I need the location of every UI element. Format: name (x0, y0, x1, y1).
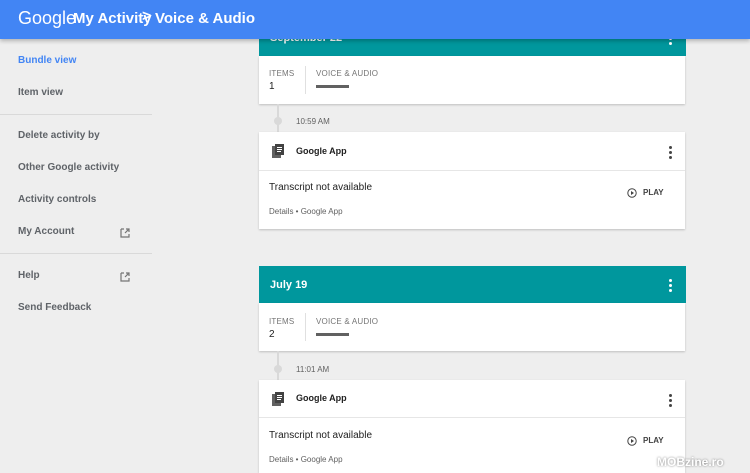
product-label: VOICE & AUDIO (316, 69, 379, 78)
more-options-icon[interactable] (669, 279, 672, 294)
breadcrumb-separator: > (142, 8, 152, 25)
sidebar-item-delete-activity[interactable]: Delete activity by (18, 130, 100, 141)
sidebar-item-send-feedback[interactable]: Send Feedback (18, 302, 91, 313)
timeline-dot (274, 117, 282, 125)
app-header: Google My Activity > Voice & Audio (0, 0, 750, 39)
details-link[interactable]: Details • Google App (269, 207, 343, 216)
activity-bar (316, 85, 349, 88)
external-link-icon (120, 228, 130, 238)
breadcrumb-current: Voice & Audio (155, 10, 256, 27)
activity-card[interactable]: Google App Transcript not available PLAY… (259, 380, 685, 473)
sidebar-item-bundle-view[interactable]: Bundle view (18, 55, 76, 66)
transcript-text: Transcript not available (269, 430, 373, 441)
day-summary: ITEMS 2 VOICE & AUDIO (259, 303, 685, 351)
external-link-icon (120, 272, 130, 282)
document-icon (272, 144, 284, 158)
sidebar-divider (0, 253, 152, 254)
day-summary: ITEMS 1 VOICE & AUDIO (259, 56, 685, 104)
sidebar-item-activity-controls[interactable]: Activity controls (18, 194, 96, 205)
document-icon (272, 392, 284, 406)
app-name[interactable]: Google App (296, 393, 347, 403)
play-icon[interactable] (627, 188, 637, 198)
play-icon[interactable] (627, 436, 637, 446)
card-divider (259, 417, 685, 418)
sidebar: Bundle view Item view Delete activity by… (0, 39, 152, 473)
product-label: VOICE & AUDIO (316, 317, 379, 326)
sidebar-divider (0, 114, 152, 115)
sidebar-item-help[interactable]: Help (18, 270, 40, 281)
watermark: MOBzine.ro (657, 455, 724, 469)
play-button[interactable]: PLAY (643, 188, 664, 197)
sidebar-item-my-account[interactable]: My Account (18, 226, 74, 237)
more-options-icon[interactable] (669, 394, 672, 409)
timeline-dot (274, 365, 282, 373)
sidebar-item-item-view[interactable]: Item view (18, 87, 63, 98)
entry-time: 10:59 AM (296, 117, 330, 126)
items-label: ITEMS (269, 317, 295, 326)
day-label: July 19 (270, 279, 308, 291)
summary-divider (305, 66, 306, 94)
entry-time: 11:01 AM (296, 365, 330, 374)
play-button[interactable]: PLAY (643, 436, 664, 445)
app-name[interactable]: Google App (296, 146, 347, 156)
google-logo[interactable]: Google (18, 8, 76, 29)
transcript-text: Transcript not available (269, 182, 373, 193)
day-header: July 19 (259, 266, 686, 303)
items-label: ITEMS (269, 69, 295, 78)
page-title[interactable]: My Activity (73, 10, 152, 27)
summary-divider (305, 313, 306, 341)
activity-bar (316, 333, 349, 336)
items-count: 2 (269, 329, 275, 340)
card-divider (259, 170, 685, 171)
items-count: 1 (269, 81, 275, 92)
more-options-icon[interactable] (669, 146, 672, 161)
sidebar-item-other-activity[interactable]: Other Google activity (18, 162, 119, 173)
activity-card[interactable]: Google App Transcript not available PLAY… (259, 132, 685, 229)
details-link[interactable]: Details • Google App (269, 455, 343, 464)
